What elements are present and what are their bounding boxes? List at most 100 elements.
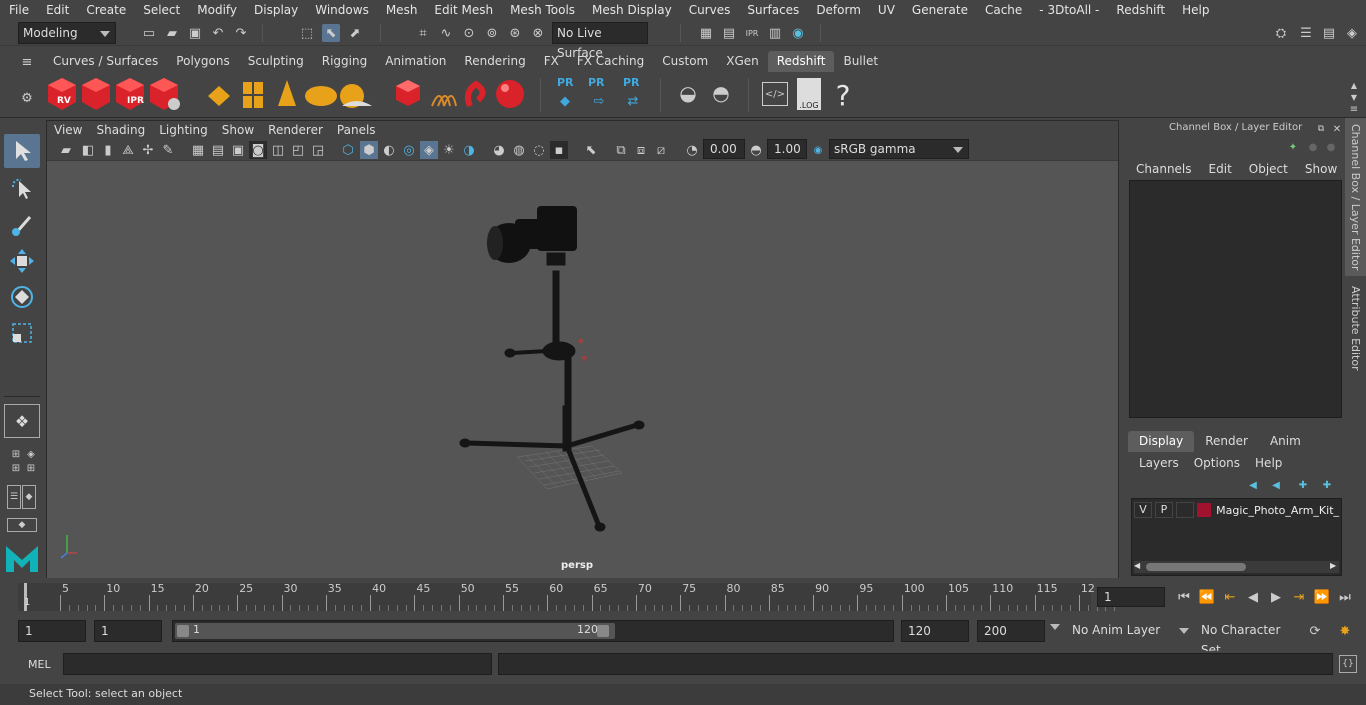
go-to-start-icon[interactable]: ⏮: [1175, 588, 1193, 606]
gamma-field[interactable]: 1.00: [767, 139, 807, 159]
tab-redshift[interactable]: Redshift: [767, 51, 835, 72]
current-frame-field[interactable]: 1: [1097, 587, 1165, 607]
bookmark-icon[interactable]: ▮: [99, 141, 117, 159]
mode-dropdown[interactable]: Modeling: [18, 22, 116, 44]
tool-settings-icon[interactable]: ▤: [1320, 24, 1338, 42]
render-settings-icon[interactable]: ▥: [766, 24, 784, 42]
menu-deform[interactable]: Deform: [807, 3, 869, 17]
viewport-menu-view[interactable]: View: [47, 121, 89, 139]
ipr-render-icon[interactable]: IPR: [743, 24, 761, 42]
layer-row[interactable]: V P Magic_Photo_Arm_Kit_: [1134, 501, 1339, 519]
step-forward-frame-icon[interactable]: ⇥: [1290, 588, 1308, 606]
step-back-key-icon[interactable]: ⏪: [1198, 588, 1216, 606]
tab-animation[interactable]: Animation: [376, 51, 455, 72]
range-track[interactable]: 1 120: [172, 620, 894, 642]
time-slider[interactable]: 1 5 10 15 20 25 30 35 40 45 50 55 60 65 70 75 80 85 90 95 1…: [0, 581, 1366, 613]
layout-side-icon[interactable]: ☰: [7, 485, 21, 509]
scroll-right-icon[interactable]: ▶: [1330, 561, 1336, 570]
help-icon[interactable]: ?: [832, 79, 854, 112]
tab-custom[interactable]: Custom: [653, 51, 717, 72]
command-input[interactable]: [63, 653, 492, 675]
safe-action-icon[interactable]: ◰: [289, 141, 307, 159]
lasso-tool[interactable]: [4, 172, 40, 206]
menu-curves[interactable]: Curves: [680, 3, 739, 17]
render-view-icon[interactable]: ▦: [697, 24, 715, 42]
scroll-left-icon[interactable]: ◀: [1134, 561, 1140, 570]
soft-select-tool[interactable]: ❖: [4, 404, 40, 438]
pr-export-icon[interactable]: ◆: [556, 92, 574, 110]
viewport-menu-show[interactable]: Show: [215, 121, 261, 139]
xray-joints-icon[interactable]: ⧉: [612, 141, 630, 159]
auto-key-icon[interactable]: ⟳: [1306, 622, 1324, 640]
exposure-field[interactable]: 0.00: [703, 139, 745, 159]
shelf-settings-icon[interactable]: ⚙: [18, 89, 36, 107]
tab-sculpting[interactable]: Sculpting: [239, 51, 313, 72]
channel-box-menu-channels[interactable]: Channels: [1136, 162, 1192, 176]
image-plane-icon[interactable]: ⟁: [119, 141, 137, 159]
code-window-icon[interactable]: </>: [762, 82, 788, 106]
rotate-tool[interactable]: [4, 280, 40, 314]
anti-alias-icon[interactable]: ◌: [530, 141, 548, 159]
tab-polygons[interactable]: Polygons: [167, 51, 238, 72]
menu-help[interactable]: Help: [1173, 3, 1217, 17]
menu-edit-mesh[interactable]: Edit Mesh: [425, 3, 501, 17]
play-backward-icon[interactable]: ◀: [1244, 588, 1262, 606]
select-tool[interactable]: [4, 134, 40, 168]
render-frame-icon[interactable]: ▤: [720, 24, 738, 42]
move-tool[interactable]: [4, 244, 40, 278]
wireframe-icon[interactable]: ⬡: [339, 141, 357, 159]
pr-import-icon[interactable]: ⇨: [590, 92, 608, 110]
layout-grid-icon[interactable]: ⊞: [22, 459, 40, 477]
wireframe-on-shaded-icon[interactable]: ◐: [380, 141, 398, 159]
layer-tab-render[interactable]: Render: [1194, 431, 1259, 452]
script-language-label[interactable]: MEL: [28, 658, 51, 671]
backface-icon[interactable]: ⧄: [652, 141, 670, 159]
close-panel-icon[interactable]: ✕: [1328, 120, 1346, 138]
menu-mesh[interactable]: Mesh: [377, 3, 426, 17]
isolate-select-icon[interactable]: ⬉: [582, 141, 600, 159]
select-camera-icon[interactable]: ▰: [57, 141, 75, 159]
attribute-editor-side-tab[interactable]: Attribute Editor: [1345, 278, 1366, 378]
modeling-toolkit-icon[interactable]: ⛭: [1272, 24, 1290, 42]
new-scene-icon[interactable]: ▭: [140, 24, 158, 42]
range-bar[interactable]: [175, 623, 615, 639]
menu-create[interactable]: Create: [77, 3, 134, 17]
scrollbar-thumb[interactable]: [1146, 563, 1246, 571]
channel-box-menu-edit[interactable]: Edit: [1209, 162, 1232, 176]
playback-end-field[interactable]: 120: [901, 620, 969, 642]
move-layer-up-icon[interactable]: ◀: [1244, 476, 1262, 494]
channel-mute-icon[interactable]: ●: [1322, 138, 1340, 156]
new-layer-icon[interactable]: ✚: [1294, 476, 1312, 494]
xray-active-icon[interactable]: ⧈: [632, 141, 650, 159]
layer-menu-help[interactable]: Help: [1255, 456, 1282, 470]
select-object-icon[interactable]: ⬉: [322, 24, 340, 42]
bake-pie-icon[interactable]: ◓: [709, 81, 733, 105]
snap-grid-icon[interactable]: ⌗: [414, 24, 432, 42]
resolution-gate-icon[interactable]: ▣: [229, 141, 247, 159]
tab-fx-caching[interactable]: FX Caching: [568, 51, 653, 72]
tab-xgen[interactable]: XGen: [717, 51, 768, 72]
move-layer-down-icon[interactable]: ◀: [1267, 476, 1285, 494]
smooth-shade-icon[interactable]: ⬢: [360, 141, 378, 159]
field-chart-icon[interactable]: ◫: [269, 141, 287, 159]
channel-list[interactable]: [1129, 180, 1342, 418]
layer-tab-anim[interactable]: Anim: [1259, 431, 1312, 452]
snap-surface-icon[interactable]: ⊛: [506, 24, 524, 42]
gate-mask-icon[interactable]: ◙: [249, 141, 267, 159]
layer-scrollbar[interactable]: ◀ ▶: [1134, 561, 1339, 573]
redo-icon[interactable]: ↷: [232, 24, 250, 42]
menu-display[interactable]: Display: [245, 3, 306, 17]
layer-display-type[interactable]: [1175, 502, 1194, 518]
select-hierarchy-icon[interactable]: ⬚: [298, 24, 316, 42]
scale-tool[interactable]: [4, 316, 40, 350]
menu-surfaces[interactable]: Surfaces: [738, 3, 807, 17]
hypershade-icon[interactable]: ◉: [789, 24, 807, 42]
menu-cache[interactable]: Cache: [976, 3, 1030, 17]
menu-edit[interactable]: Edit: [37, 3, 77, 17]
live-surface-field[interactable]: No Live Surface: [552, 22, 648, 60]
menu-windows[interactable]: Windows: [306, 3, 377, 17]
pr-swap-icon[interactable]: ⇄: [624, 92, 642, 110]
lights-icon[interactable]: ☀: [440, 141, 458, 159]
log-file-icon[interactable]: .LOG: [797, 78, 821, 110]
select-component-icon[interactable]: ⬈: [346, 24, 364, 42]
